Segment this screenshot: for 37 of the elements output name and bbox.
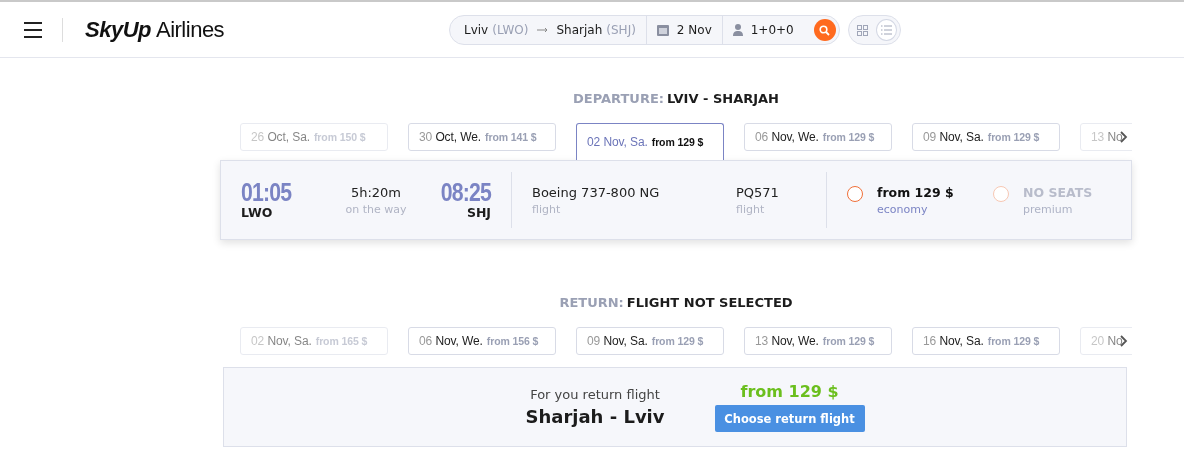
date-tab[interactable]: 13 Nov, We. from 129 $ (744, 327, 892, 355)
date-tab[interactable]: 02 Nov, Sa. from 165 $ (240, 327, 388, 355)
passengers-text: 1+0+0 (750, 23, 794, 37)
return-title: RETURN: FLIGHT NOT SELECTED (558, 295, 794, 310)
aircraft-label: flight (532, 202, 561, 216)
fare-class: premium (1023, 202, 1074, 216)
date-text: 2 Nov (676, 23, 712, 37)
arrival-code: SHJ (466, 205, 491, 220)
return-route: Sharjah - Lviv (525, 406, 665, 427)
departure-code: LWO (241, 205, 273, 220)
search-bar[interactable]: Lviv (LWO) Sharjah (SHJ) 2 Nov 1+0+0 (449, 15, 840, 45)
departure-title: DEPARTURE: LVIV - SHARJAH (572, 91, 780, 106)
flight-number-label: flight (736, 202, 765, 216)
flight-number: PQ571 (736, 184, 779, 200)
aircraft-text: Boeing 737-800 NG (532, 184, 660, 200)
date-tab[interactable]: 06 Nov, We. from 156 $ (408, 327, 556, 355)
duration-label: on the way (345, 202, 407, 216)
arrival-time: 08:25 (440, 180, 491, 205)
date-tab[interactable]: 09 Nov, Sa. from 129 $ (912, 123, 1060, 151)
date-tab[interactable]: 20 No (1080, 327, 1132, 355)
departure-time: 01:05 (241, 180, 292, 205)
date-tab[interactable]: 30 Oct, We. from 141 $ (408, 123, 556, 151)
date-tab[interactable]: 26 Oct, Sa. from 150 $ (240, 123, 388, 151)
date-tab[interactable]: 16 Nov, Sa. from 129 $ (912, 327, 1060, 355)
fare-class: economy (877, 202, 929, 216)
destination-text: Sharjah (SHJ) (556, 23, 636, 37)
date-tab[interactable]: 13 No (1080, 123, 1132, 151)
return-prompt: For you return flight (530, 387, 660, 402)
logo[interactable]: SkyUp Airlines (85, 16, 225, 43)
origin-text: Lviv (LWO) (464, 23, 529, 37)
date-tab[interactable]: 09 Nov, Sa. from 129 $ (576, 327, 724, 355)
date-tab[interactable]: 02 Nov, Sa. from 129 $ (576, 123, 724, 160)
date-tab[interactable]: 06 Nov, We. from 129 $ (744, 123, 892, 151)
fare-title: NO SEATS (1023, 184, 1093, 200)
fare-title: from 129 $ (877, 184, 954, 200)
duration-text: 5h:20m (350, 184, 402, 200)
return-price: from 129 $ (740, 382, 839, 401)
